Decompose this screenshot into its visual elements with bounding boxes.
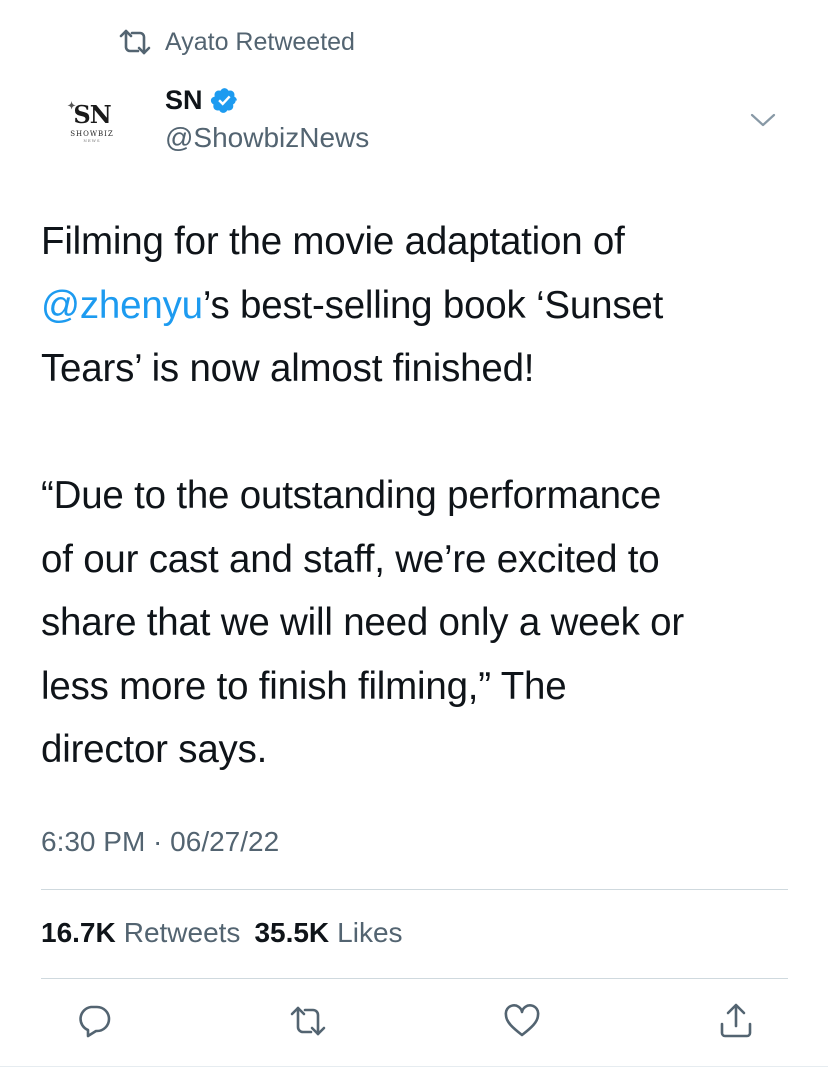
timestamp-date: 06/27/22 [170, 826, 280, 857]
retweet-context-label: Ayato Retweeted [165, 27, 355, 56]
tweet-line: less more to finish filming,” The [41, 664, 567, 708]
user-handle[interactable]: @ShowbizNews [165, 122, 369, 154]
retweet-icon [289, 1006, 327, 1041]
avatar-logo-subtext-small: NEWS [83, 138, 101, 143]
avatar-logo-subtext: SHOWBIZ [70, 130, 114, 138]
engagement-stats: 16.7K Retweets 35.5K Likes [41, 917, 417, 949]
divider [41, 889, 788, 890]
tweet-line: director says. [41, 728, 268, 771]
retweet-icon [118, 27, 152, 57]
retweets-label: Retweets [123, 917, 241, 948]
retweet-context[interactable]: Ayato Retweeted [118, 26, 355, 58]
timestamp-separator: · [145, 826, 171, 857]
share-icon [719, 1003, 753, 1044]
mention-link[interactable]: @zhenyu [41, 284, 203, 327]
heart-icon [503, 1003, 541, 1043]
likes-label: Likes [337, 917, 403, 948]
display-name[interactable]: SN [165, 85, 203, 116]
tweet-line: share that we will need only a week or [41, 601, 684, 644]
tweet-line: of our cast and staff, we’re excited to [41, 537, 660, 581]
share-button[interactable] [712, 999, 760, 1047]
tweet-line: Filming for the movie adaptation of [41, 220, 625, 263]
tweet-line: Tears’ is now almost finished! [41, 347, 535, 390]
retweets-stat[interactable]: 16.7K Retweets [41, 917, 240, 949]
likes-count: 35.5K [254, 917, 330, 948]
avatar-logo-text: SN [73, 100, 111, 129]
reply-icon [76, 1003, 112, 1044]
tweet-line: @zhenyu’s best-selling book ‘Sunset [41, 274, 801, 338]
timestamp-time: 6:30 PM [41, 826, 146, 857]
divider [41, 978, 788, 979]
like-button[interactable] [498, 999, 546, 1047]
author-block[interactable]: SN @ShowbizNews [165, 82, 369, 154]
chevron-down-icon[interactable] [750, 108, 776, 130]
reply-button[interactable] [70, 999, 118, 1047]
verified-badge-icon [210, 85, 240, 115]
action-bar [70, 998, 760, 1048]
avatar[interactable]: ✦ SN SHOWBIZ NEWS [57, 88, 127, 158]
bird-icon: ✦ [67, 101, 75, 112]
author-name-row: SN [165, 82, 369, 118]
tweet-line-text: ’s best-selling book ‘Sunset [202, 283, 664, 327]
likes-stat[interactable]: 35.5K Likes [254, 917, 402, 949]
retweets-count: 16.7K [41, 917, 116, 948]
timestamp[interactable]: 6:30 PM · 06/27/22 [41, 826, 279, 858]
tweet-line: “Due to the outstanding performance [41, 474, 662, 517]
retweet-button[interactable] [284, 999, 332, 1047]
tweet-text: Filming for the movie adaptation of @zhe… [41, 210, 801, 782]
avatar-logo: ✦ SN [67, 100, 111, 129]
